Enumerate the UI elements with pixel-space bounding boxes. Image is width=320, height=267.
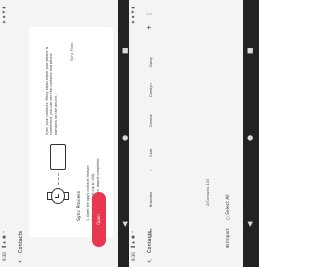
sync-process-title: Sync Process: [77, 191, 82, 221]
import-button[interactable]: ⊞ Import: [226, 228, 231, 248]
status-icons: ▐ ▲ ■ •: [131, 230, 135, 249]
status-right-icons: ◉ ◆ ▼ ▮: [2, 6, 6, 24]
app-bar: ‹ Contacts: [12, 0, 30, 267]
index-letter-c: C: [149, 168, 153, 171]
contact-name: Brandon: [149, 191, 153, 207]
list-item[interactable]: Cate: [149, 145, 169, 157]
nav-recent-icon[interactable]: ■: [246, 47, 255, 54]
status-right-icons: ◉ ◆ ▼ ▮: [131, 6, 135, 24]
more-icon[interactable]: ⋮: [146, 11, 153, 17]
list-item[interactable]: Carolyn: [149, 83, 169, 97]
nav-home-icon[interactable]: ●: [246, 135, 255, 141]
status-time: 9:30: [131, 252, 136, 261]
right-footer-area: 2/Contacts 100 ⊞ Import ○ Select All: [200, 179, 258, 260]
contact-name: Cate: [149, 148, 153, 157]
left-phone-screen: 9:30 ▐ ▲ ■ • ◉ ◆ ▼ ▮ ‹ Contacts Sync you…: [0, 0, 134, 267]
watch-hand-icon: [58, 194, 59, 198]
list-item[interactable]: Brandon: [149, 191, 169, 207]
contact-name: Daisy: [149, 57, 153, 67]
list-item[interactable]: Daisy: [149, 55, 169, 67]
status-bar: 9:30 ▐ ▲ ■ • ◉ ◆ ▼ ▮: [0, 0, 12, 267]
connection-line: [58, 173, 59, 185]
contact-name: Carolyn: [149, 83, 153, 97]
left-screen-rotated: 9:30 ▐ ▲ ■ • ◉ ◆ ▼ ▮ ‹ Contacts Sync you…: [0, 0, 134, 267]
status-time: 9:30: [2, 252, 7, 261]
page-title: Contacts: [18, 230, 24, 253]
back-arrow-icon[interactable]: ‹: [16, 260, 24, 263]
watch-strap-icon: [64, 192, 69, 200]
select-all-label: Select All: [226, 194, 231, 215]
status-bar: 9:30 ▐ ▲ ■ • ◉ ◆ ▼ ▮: [129, 0, 141, 267]
radio-icon: ○: [226, 216, 231, 220]
index-letter-a: A: [149, 258, 153, 261]
import-icon: ⊞: [226, 244, 231, 248]
open-button[interactable]: Open: [92, 192, 106, 247]
open-button-label: Open: [96, 214, 101, 225]
list-item[interactable]: Alice: [149, 225, 169, 237]
selected-count: 2/Contacts 100: [206, 178, 210, 206]
status-icons: ▐ ▲ ■ •: [2, 230, 6, 249]
list-item[interactable]: Camila: [149, 115, 169, 127]
sync-description: Sync your contacts. Many steps when your…: [45, 46, 58, 135]
phone-icon: [50, 144, 66, 170]
sync-flow-label: Sync Flow: [70, 42, 74, 61]
contact-name: Camila: [149, 114, 153, 127]
add-icon[interactable]: +: [146, 25, 153, 30]
select-all-button[interactable]: ○ Select All: [226, 194, 231, 220]
import-label: Import: [226, 228, 231, 243]
contact-name: Alice: [149, 228, 153, 237]
